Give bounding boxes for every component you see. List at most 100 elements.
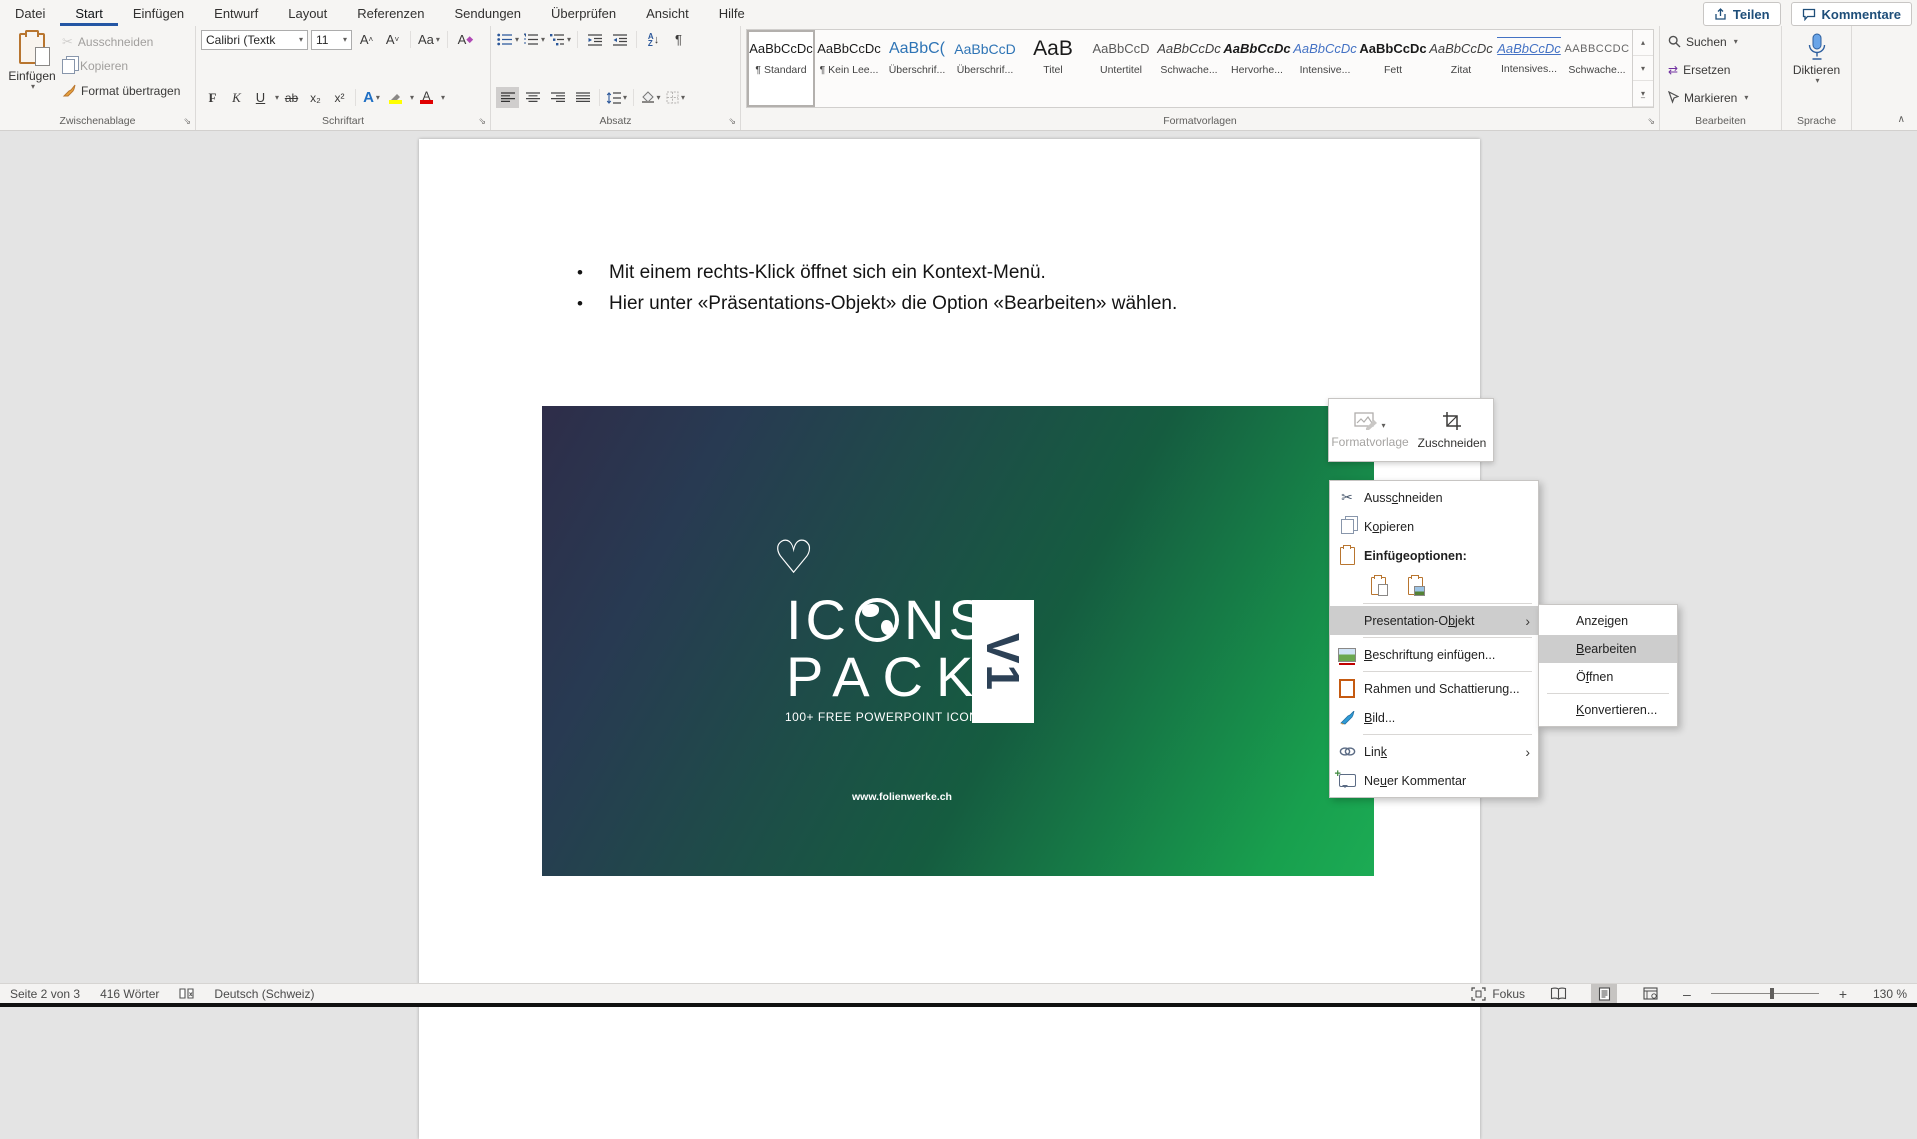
select-button[interactable]: Markieren ▾ — [1665, 87, 1776, 108]
styles-scroll-down-button[interactable]: ▾ — [1633, 56, 1653, 82]
comments-button[interactable]: Kommentare — [1790, 2, 1912, 26]
tab-datei[interactable]: Datei — [0, 0, 60, 26]
context-new-comment[interactable]: + Neuer Kommentar — [1330, 766, 1538, 795]
tab-start[interactable]: Start — [60, 0, 117, 26]
tab-ansicht[interactable]: Ansicht — [631, 0, 704, 26]
tab-layout[interactable]: Layout — [273, 0, 342, 26]
align-left-button[interactable] — [496, 87, 519, 108]
context-picture[interactable]: Bild... — [1330, 703, 1538, 732]
multilevel-list-button[interactable]: ▾ — [548, 29, 572, 50]
proofing-status-icon[interactable] — [179, 987, 194, 1000]
paste-button[interactable]: Einfügen ▾ — [5, 29, 59, 91]
style-intensive-hervorhebung[interactable]: AaBbCcDc Intensive... — [1291, 30, 1359, 107]
underline-button[interactable]: U — [249, 87, 272, 108]
zoom-in-button[interactable]: + — [1839, 986, 1847, 1002]
tab-referenzen[interactable]: Referenzen — [342, 0, 439, 26]
highlight-dropdown-icon[interactable]: ▾ — [410, 93, 414, 102]
clear-formatting-button[interactable]: A ◆ — [454, 29, 477, 50]
crop-button[interactable]: Zuschneiden — [1411, 399, 1493, 461]
italic-button[interactable]: K — [225, 87, 248, 108]
shading-button[interactable]: ▾ — [639, 87, 662, 108]
style-zitat[interactable]: AaBbCcDc Zitat — [1427, 30, 1495, 107]
tab-ueberpruefen[interactable]: Überprüfen — [536, 0, 631, 26]
copy-button[interactable]: Kopieren — [59, 55, 183, 77]
web-layout-button[interactable] — [1637, 984, 1663, 1003]
text-effects-button[interactable]: A ▾ — [360, 87, 383, 108]
styles-more-button[interactable]: ▾̲ — [1633, 81, 1653, 107]
subscript-button[interactable]: x₂ — [304, 87, 327, 108]
style-intensives-zitat[interactable]: AaBbCcDc Intensives... — [1495, 30, 1563, 107]
word-count[interactable]: 416 Wörter — [100, 987, 159, 1001]
style-standard[interactable]: AaBbCcDc ¶ Standard — [747, 30, 815, 107]
zoom-slider-thumb[interactable] — [1770, 988, 1775, 999]
align-center-button[interactable] — [521, 87, 544, 108]
submenu-show[interactable]: Anzeigen — [1539, 607, 1677, 635]
underline-dropdown-icon[interactable]: ▾ — [275, 93, 279, 102]
zoom-percentage[interactable]: 130 % — [1867, 987, 1907, 1001]
dictate-button[interactable]: Diktieren ▾ — [1787, 29, 1846, 85]
context-copy[interactable]: Kopieren — [1330, 512, 1538, 541]
font-size-combobox[interactable]: 11 ▾ — [311, 29, 352, 50]
focus-mode-button[interactable]: Fokus — [1471, 987, 1525, 1001]
cut-button[interactable]: ✂ Ausschneiden — [59, 31, 183, 52]
justify-button[interactable] — [571, 87, 594, 108]
tab-einfuegen[interactable]: Einfügen — [118, 0, 199, 26]
superscript-button[interactable]: x² — [328, 87, 351, 108]
context-presentation-object[interactable]: Presentation-Objekt › — [1330, 606, 1538, 635]
bold-button[interactable]: F — [201, 87, 224, 108]
page-indicator[interactable]: Seite 2 von 3 — [10, 987, 80, 1001]
style-fett[interactable]: AaBbCcDc Fett — [1359, 30, 1427, 107]
strikethrough-button[interactable]: ab — [280, 87, 303, 108]
line-spacing-button[interactable]: ▾ — [605, 87, 628, 108]
bullet-list-button[interactable]: ▾ — [496, 29, 520, 50]
tab-entwurf[interactable]: Entwurf — [199, 0, 273, 26]
style-ueberschrift1[interactable]: AaBbC(Überschrif... — [883, 30, 951, 107]
numbered-list-button[interactable]: ▾ — [522, 29, 546, 50]
shrink-font-button[interactable]: A ˅ — [381, 29, 404, 50]
font-color-dropdown-icon[interactable]: ▾ — [441, 93, 445, 102]
sort-button[interactable]: AZ ↓ — [642, 29, 665, 50]
style-titel[interactable]: AaB Titel — [1019, 30, 1087, 107]
font-color-button[interactable]: A — [415, 87, 438, 108]
decrease-indent-button[interactable] — [583, 29, 606, 50]
tab-sendungen[interactable]: Sendungen — [440, 0, 537, 26]
zoom-out-button[interactable]: – — [1683, 986, 1691, 1002]
submenu-convert[interactable]: Konvertieren... — [1539, 696, 1677, 724]
format-painter-button[interactable]: Format übertragen — [59, 80, 183, 101]
style-ueberschrift2[interactable]: AaBbCcD Überschrif... — [951, 30, 1019, 107]
context-insert-caption[interactable]: Beschriftung einfügen... — [1330, 640, 1538, 669]
context-cut[interactable]: ✂ Ausschneiden — [1330, 483, 1538, 512]
embedded-presentation-image[interactable]: ♡ IC NS PACK V1 100+ FREE POWERPOINT ICO… — [542, 406, 1374, 876]
read-mode-button[interactable] — [1545, 984, 1571, 1003]
collapse-ribbon-icon[interactable]: ∧ — [1898, 114, 1905, 125]
submenu-open[interactable]: Öffnen — [1539, 663, 1677, 691]
style-untertitel[interactable]: AaBbCcD Untertitel — [1087, 30, 1155, 107]
grow-font-button[interactable]: A ˄ — [355, 29, 378, 50]
increase-indent-button[interactable] — [608, 29, 631, 50]
dictate-dropdown-icon[interactable]: ▾ — [1815, 77, 1819, 85]
picture-style-button[interactable]: ▾ Formatvorlage — [1329, 399, 1411, 461]
context-link[interactable]: Link › — [1330, 737, 1538, 766]
style-hervorhebung[interactable]: AaBbCcDc Hervorhe... — [1223, 30, 1291, 107]
context-borders-shading[interactable]: Rahmen und Schattierung... — [1330, 674, 1538, 703]
find-button[interactable]: Suchen ▾ — [1665, 31, 1776, 52]
style-schwache-hervorhebung[interactable]: AaBbCcDc Schwache... — [1155, 30, 1223, 107]
paste-picture-button[interactable] — [1401, 572, 1429, 600]
styles-scroll-up-button[interactable]: ▴ — [1633, 30, 1653, 56]
document-canvas[interactable]: • Mit einem rechts-Klick öffnet sich ein… — [0, 130, 1917, 1139]
tab-hilfe[interactable]: Hilfe — [704, 0, 760, 26]
highlight-color-button[interactable] — [384, 87, 407, 108]
print-layout-button[interactable] — [1591, 984, 1618, 1003]
language-indicator[interactable]: Deutsch (Schweiz) — [214, 987, 314, 1001]
change-case-button[interactable]: Aa ▾ — [417, 29, 441, 50]
show-paragraph-marks-button[interactable]: ¶ — [667, 29, 690, 50]
align-right-button[interactable] — [546, 87, 569, 108]
submenu-edit[interactable]: Bearbeiten — [1539, 635, 1677, 663]
replace-button[interactable]: ⇄ Ersetzen — [1665, 59, 1776, 80]
paste-dropdown-icon[interactable]: ▾ — [31, 83, 35, 91]
borders-button[interactable]: ▾ — [664, 87, 687, 108]
style-schwacher-verweis[interactable]: AABBCCDC Schwache... — [1563, 30, 1631, 107]
paste-keep-formatting-button[interactable] — [1364, 572, 1392, 600]
share-button[interactable]: Teilen — [1702, 2, 1781, 26]
style-kein-leerraum[interactable]: AaBbCcDc ¶ Kein Lee... — [815, 30, 883, 107]
